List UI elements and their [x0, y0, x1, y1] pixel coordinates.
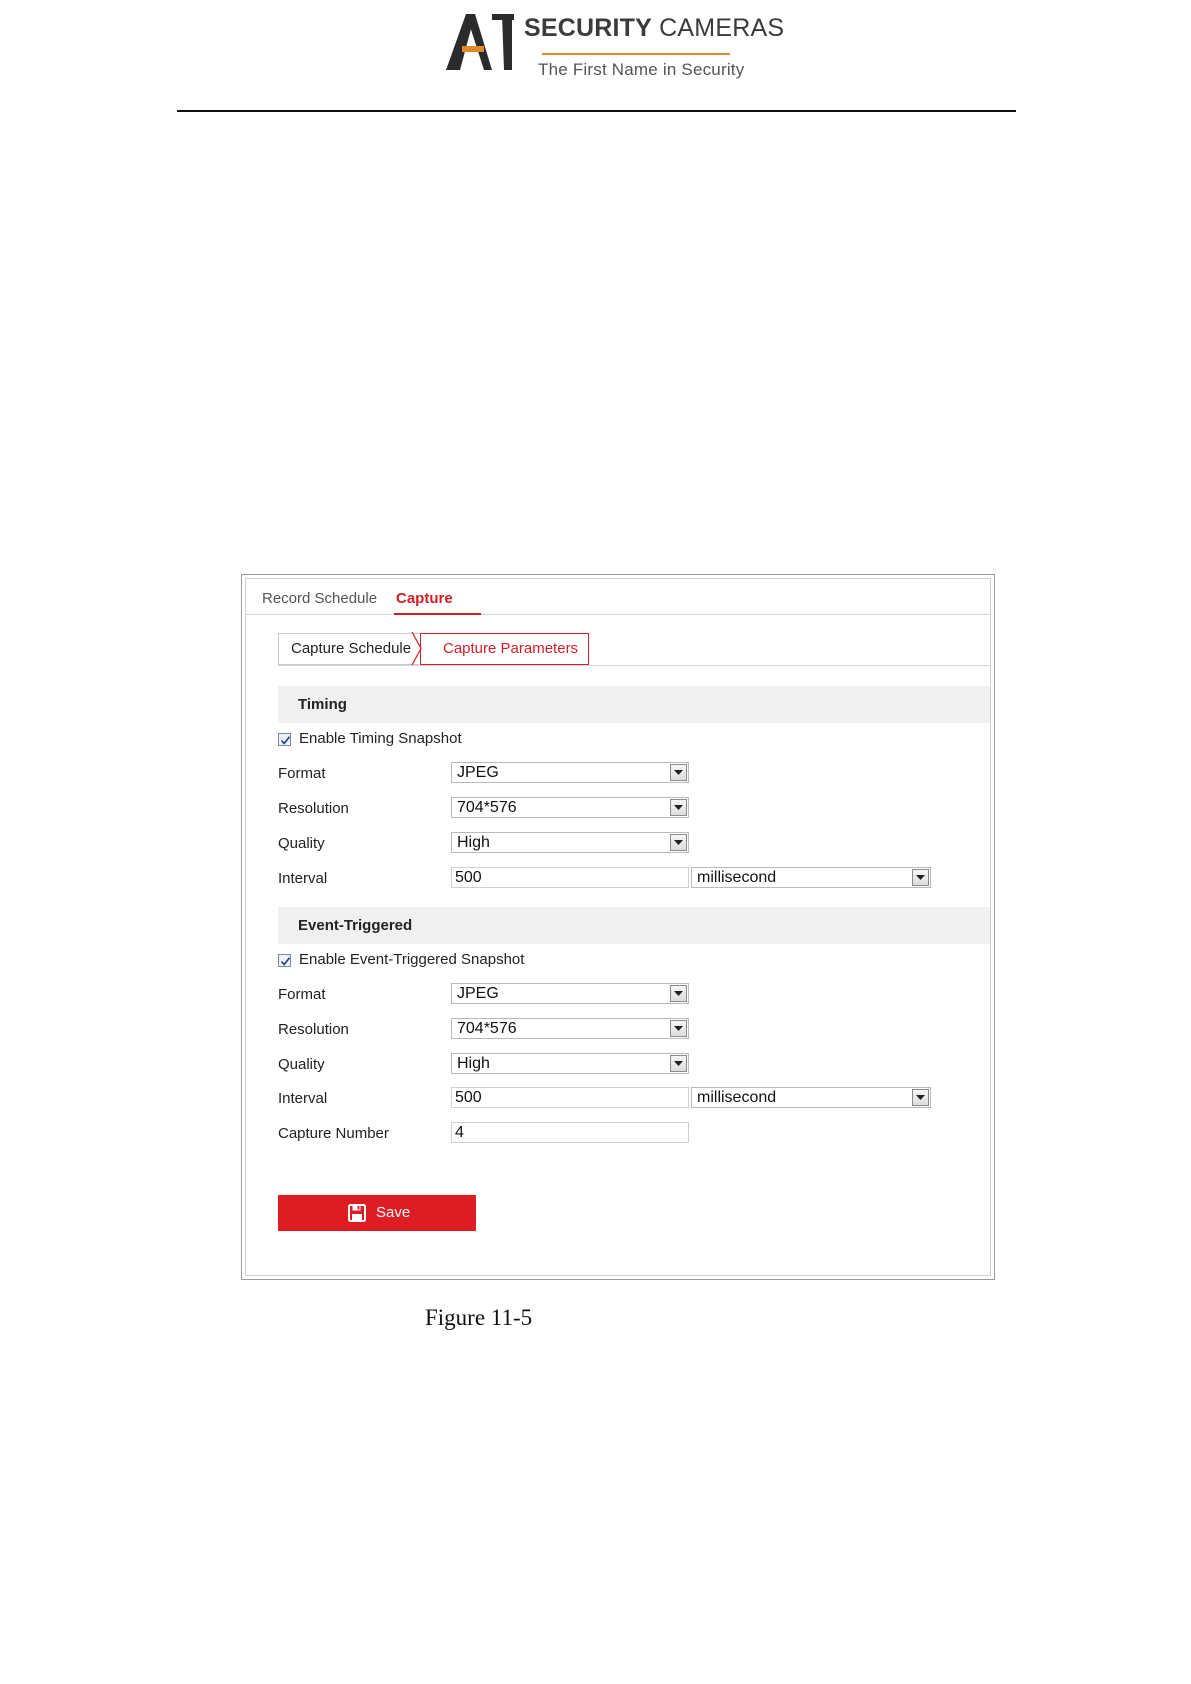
subtab-capture-parameters[interactable]: Capture Parameters — [420, 633, 589, 665]
breadcrumb-arrow-icon — [411, 632, 422, 665]
timing-interval-value: 500 — [455, 869, 482, 886]
event-quality-select[interactable]: High — [451, 1053, 689, 1074]
timing-format-label: Format — [278, 765, 326, 782]
timing-resolution-value: 704*576 — [457, 799, 517, 816]
checkmark-icon — [280, 957, 291, 966]
main-tabs: Record Schedule Capture — [246, 579, 990, 615]
event-resolution-value: 704*576 — [457, 1020, 517, 1037]
timing-quality-value: High — [457, 834, 490, 851]
timing-section-header: Timing — [278, 686, 990, 723]
event-quality-label: Quality — [278, 1056, 325, 1073]
event-interval-label: Interval — [278, 1090, 328, 1107]
chevron-down-icon[interactable] — [912, 869, 929, 886]
event-resolution-select[interactable]: 704*576 — [451, 1018, 689, 1039]
tab-record-schedule[interactable]: Record Schedule — [262, 590, 377, 607]
enable-timing-checkbox[interactable] — [278, 733, 291, 746]
tagline-divider — [542, 53, 730, 55]
event-format-select[interactable]: JPEG — [451, 983, 689, 1004]
brand-name: SECURITY CAMERAS — [524, 14, 785, 42]
enable-event-checkbox[interactable] — [278, 954, 291, 967]
chevron-down-icon[interactable] — [670, 764, 687, 781]
timing-quality-select[interactable]: High — [451, 832, 689, 853]
timing-interval-label: Interval — [278, 870, 328, 887]
event-format-value: JPEG — [457, 985, 499, 1002]
chevron-down-icon[interactable] — [670, 1020, 687, 1037]
save-button-label: Save — [376, 1204, 411, 1221]
timing-format-select[interactable]: JPEG — [451, 762, 689, 783]
event-interval-unit-value: millisecond — [697, 1089, 777, 1106]
chevron-down-icon[interactable] — [670, 985, 687, 1002]
timing-resolution-select[interactable]: 704*576 — [451, 797, 689, 818]
brand-tagline: The First Name in Security — [538, 60, 745, 79]
sub-tabs: Capture Schedule Capture Parameters — [278, 632, 990, 666]
event-interval-input[interactable]: 500 — [451, 1087, 689, 1108]
capture-number-input[interactable]: 4 — [451, 1122, 689, 1143]
event-interval-unit-select[interactable]: millisecond — [691, 1087, 931, 1108]
panel-inner: Record Schedule Capture Capture Schedule… — [245, 578, 991, 1276]
checkmark-icon — [280, 736, 291, 745]
timing-resolution-label: Resolution — [278, 800, 349, 817]
event-format-label: Format — [278, 986, 326, 1003]
timing-interval-input[interactable]: 500 — [451, 867, 689, 888]
timing-interval-unit-value: millisecond — [697, 869, 777, 886]
chevron-down-icon[interactable] — [670, 1055, 687, 1072]
header-divider — [177, 110, 1016, 112]
subtab-capture-schedule[interactable]: Capture Schedule — [278, 633, 419, 665]
ai-logo-icon — [446, 14, 514, 70]
enable-event-label: Enable Event-Triggered Snapshot — [299, 951, 525, 968]
save-button[interactable]: Save — [278, 1195, 476, 1231]
event-section-header: Event-Triggered — [278, 907, 990, 944]
event-section-title: Event-Triggered — [298, 917, 413, 934]
capture-number-label: Capture Number — [278, 1125, 389, 1142]
timing-section-title: Timing — [298, 696, 347, 713]
brand-logo: SECURITY CAMERAS The First Name in Secur… — [446, 12, 784, 79]
timing-interval-unit-select[interactable]: millisecond — [691, 867, 931, 888]
active-tab-indicator — [394, 613, 481, 615]
timing-format-value: JPEG — [457, 764, 499, 781]
event-resolution-label: Resolution — [278, 1021, 349, 1038]
capture-settings-panel: Record Schedule Capture Capture Schedule… — [241, 574, 995, 1280]
event-interval-value: 500 — [455, 1089, 482, 1106]
capture-number-value: 4 — [455, 1124, 464, 1141]
chevron-down-icon[interactable] — [912, 1089, 929, 1106]
save-icon — [348, 1204, 366, 1222]
enable-timing-label: Enable Timing Snapshot — [299, 730, 462, 747]
figure-caption: Figure 11-5 — [425, 1305, 533, 1330]
timing-quality-label: Quality — [278, 835, 325, 852]
chevron-down-icon[interactable] — [670, 834, 687, 851]
event-quality-value: High — [457, 1055, 490, 1072]
chevron-down-icon[interactable] — [670, 799, 687, 816]
tab-capture[interactable]: Capture — [396, 590, 453, 607]
